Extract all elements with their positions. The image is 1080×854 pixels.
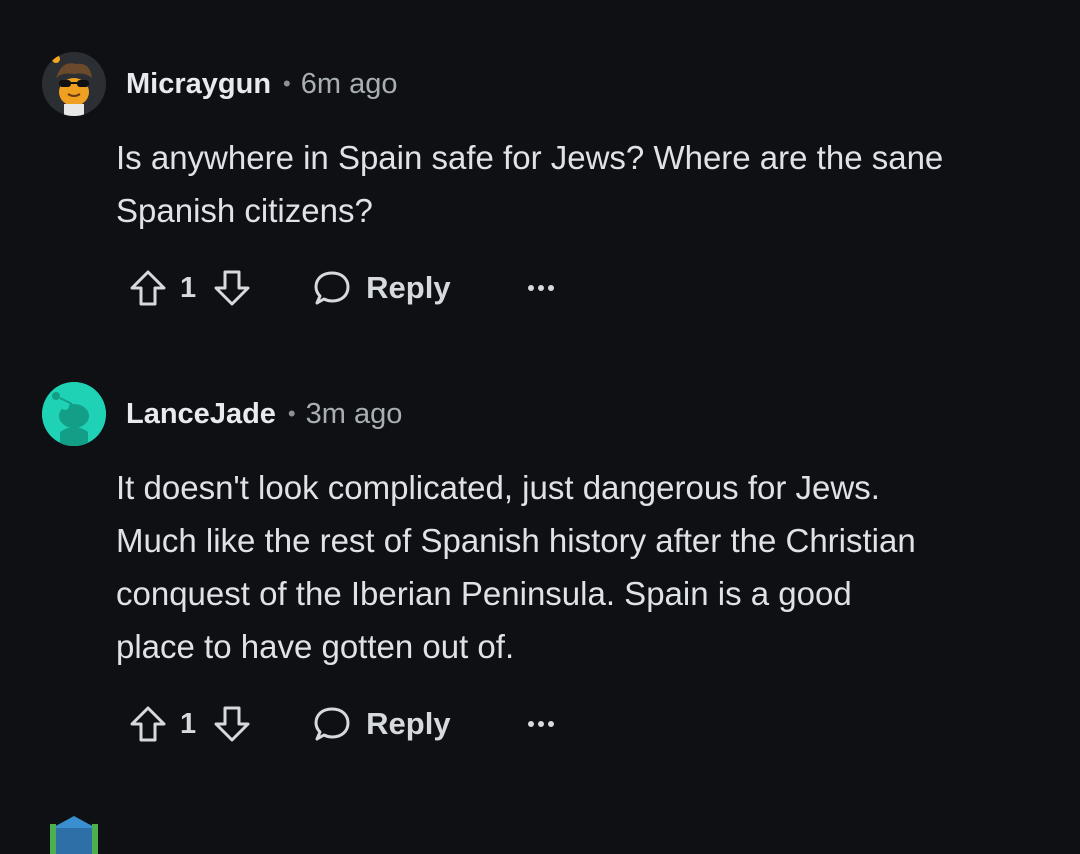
more-options-button[interactable]: [527, 268, 555, 308]
reply-button[interactable]: Reply: [312, 704, 451, 744]
speech-bubble-icon: [314, 707, 350, 741]
comment-actions: 1 Reply: [128, 704, 555, 744]
next-comment-avatar[interactable]: [46, 814, 102, 854]
upvote-arrow-icon: [130, 270, 166, 306]
upvote-button[interactable]: [128, 704, 168, 744]
downvote-button[interactable]: [212, 704, 252, 744]
timestamp: 6m ago: [300, 67, 398, 100]
more-options-button[interactable]: [527, 704, 555, 744]
comment-text-line: Much like the rest of Spanish history af…: [116, 522, 916, 559]
vote-count: 1: [180, 271, 197, 304]
comment-text-line: Is anywhere in Spain safe for Jews? Wher…: [116, 139, 944, 176]
comment-header: LanceJade • 3m ago: [42, 382, 402, 446]
reply-label: Reply: [366, 270, 451, 305]
sunglasses-snoo-avatar-icon: [42, 52, 106, 116]
timestamp: 3m ago: [305, 397, 403, 430]
user-avatar[interactable]: [42, 382, 106, 446]
downvote-arrow-icon: [214, 706, 250, 742]
castle-avatar-icon: [50, 816, 98, 854]
downvote-arrow-icon: [214, 270, 250, 306]
reply-label: Reply: [366, 706, 451, 741]
separator-dot: •: [283, 71, 291, 96]
comment-body: Is anywhere in Spain safe for Jews? Wher…: [116, 131, 1046, 237]
reply-button[interactable]: Reply: [312, 268, 451, 308]
comment-text-line: conquest of the Iberian Peninsula. Spain…: [116, 575, 852, 612]
comment-text-line: place to have gotten out of.: [116, 628, 515, 665]
comment-text-line: Spanish citizens?: [116, 192, 373, 229]
speech-bubble-icon: [314, 271, 350, 305]
separator-dot: •: [287, 401, 296, 426]
upvote-button[interactable]: [128, 268, 168, 308]
comment-body: It doesn't look complicated, just danger…: [116, 461, 1046, 673]
comment-actions: 1 Reply: [128, 268, 555, 308]
author-name[interactable]: Micraygun: [126, 68, 271, 101]
user-avatar[interactable]: [42, 52, 106, 116]
vote-count: 1: [180, 707, 197, 740]
ellipsis-icon: [527, 721, 554, 727]
default-snoo-avatar-icon: [42, 382, 106, 446]
comment-header: Micraygun • 6m ago: [42, 52, 397, 116]
upvote-arrow-icon: [130, 706, 166, 742]
ellipsis-icon: [527, 285, 554, 291]
comment-text-line: It doesn't look complicated, just danger…: [116, 469, 880, 506]
author-name[interactable]: LanceJade: [126, 398, 276, 431]
downvote-button[interactable]: [212, 268, 252, 308]
